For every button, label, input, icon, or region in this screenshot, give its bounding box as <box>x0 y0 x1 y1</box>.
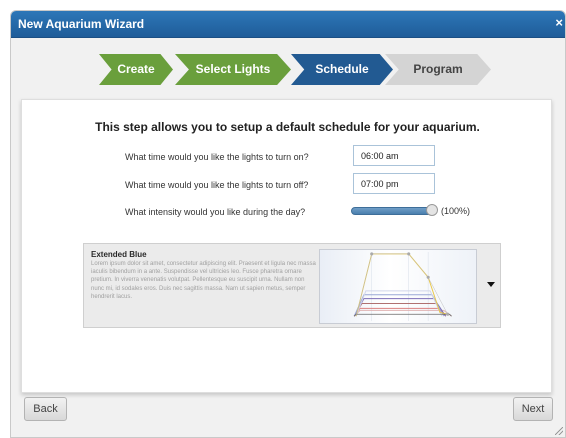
title-bar[interactable]: New Aquarium Wizard × <box>11 11 565 38</box>
step-schedule[interactable]: Schedule <box>291 54 393 85</box>
profile-name: Extended Blue <box>91 250 147 259</box>
step-create[interactable]: Create <box>99 54 173 85</box>
lights-on-time-input[interactable]: 06:00 am <box>353 145 435 166</box>
step-label: Select Lights <box>195 62 271 76</box>
caret-down-icon[interactable] <box>487 282 495 287</box>
back-button[interactable]: Back <box>24 397 67 421</box>
lights-off-time-input[interactable]: 07:00 pm <box>353 173 435 194</box>
step-program[interactable]: Program <box>385 54 491 85</box>
profile-curve-thumbnail <box>319 249 477 324</box>
lights-off-label: What time would you like the lights to t… <box>125 180 309 190</box>
wizard-steps: Create Select Lights Schedule Program <box>11 54 565 87</box>
resize-grip[interactable] <box>555 427 563 435</box>
intensity-label: What intensity would you like during the… <box>125 207 306 217</box>
step-label: Create <box>117 62 155 76</box>
close-icon[interactable]: × <box>555 16 563 30</box>
next-button[interactable]: Next <box>513 397 553 421</box>
step-label: Schedule <box>315 62 369 76</box>
window-title: New Aquarium Wizard <box>18 17 145 31</box>
intensity-slider-handle[interactable] <box>426 204 438 216</box>
step-description: This step allows you to setup a default … <box>95 120 480 134</box>
schedule-panel: This step allows you to setup a default … <box>21 99 552 393</box>
wizard-dialog: New Aquarium Wizard × Create Select Ligh… <box>10 10 566 438</box>
intensity-slider[interactable] <box>351 207 437 215</box>
lights-on-label: What time would you like the lights to t… <box>125 152 309 162</box>
profile-description: Lorem ipsum dolor sit amet, consectetur … <box>91 261 316 300</box>
step-select-lights[interactable]: Select Lights <box>175 54 291 85</box>
step-label: Program <box>413 62 463 76</box>
light-profile-select[interactable]: Extended Blue Lorem ipsum dolor sit amet… <box>83 243 501 328</box>
intensity-percent: (100%) <box>441 206 471 216</box>
